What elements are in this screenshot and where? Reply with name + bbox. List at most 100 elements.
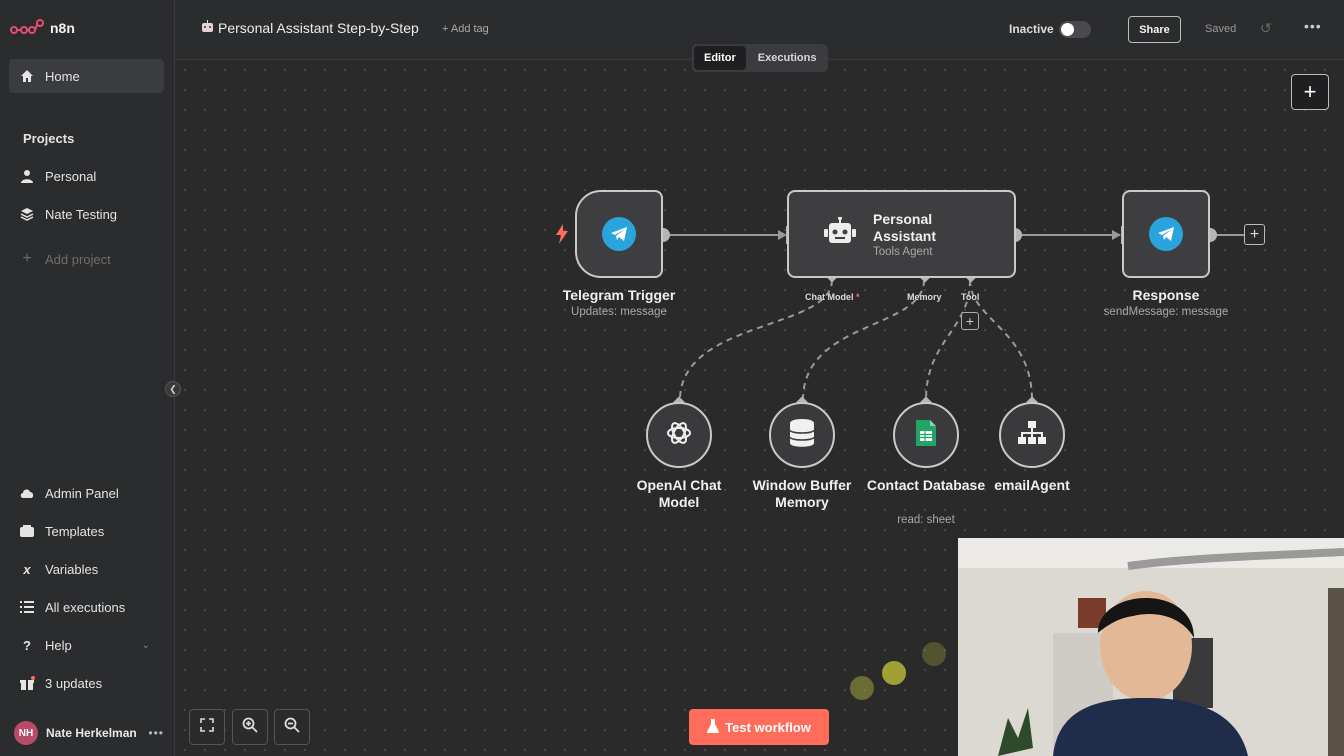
sidebar-item-label: Admin Panel <box>45 485 119 501</box>
sidebar-item-label: Help <box>45 637 72 653</box>
home-icon <box>19 68 35 84</box>
workflow-title-text: Personal Assistant Step-by-Step <box>218 20 419 36</box>
openai-icon <box>664 418 694 453</box>
tab-executions[interactable]: Executions <box>748 46 827 70</box>
sidebar-item-templates[interactable]: Templates <box>9 514 164 548</box>
port-label-chat-model: Chat Model * <box>805 292 860 302</box>
sidebar-item-updates[interactable]: 3 updates <box>9 666 164 700</box>
workflow-title[interactable]: Personal Assistant Step-by-Step <box>201 20 419 36</box>
sidebar-item-nate-testing[interactable]: Nate Testing <box>9 197 164 231</box>
chevron-down-icon: ⌄ <box>141 639 150 651</box>
avatar: NH <box>14 721 38 745</box>
node-openai-chat-model[interactable] <box>646 402 712 468</box>
sitemap-icon <box>1018 420 1046 450</box>
templates-icon <box>19 523 35 539</box>
node-telegram-trigger[interactable] <box>575 190 663 278</box>
add-node-button[interactable]: + <box>1291 74 1329 110</box>
plus-icon: + <box>1303 79 1317 104</box>
n8n-logo-icon <box>10 19 44 34</box>
plus-icon: + <box>965 313 975 329</box>
plus-icon: + <box>1249 225 1260 243</box>
node-response[interactable] <box>1122 190 1210 278</box>
sidebar: n8n Home Projects Personal Nate Testing … <box>0 0 175 756</box>
node-title: Window Buffer Memory <box>752 477 852 510</box>
presenter-video-image <box>958 538 1344 756</box>
variables-icon: x <box>23 561 31 577</box>
history-icon[interactable]: ↺ <box>1260 20 1272 37</box>
webcam-overlay <box>958 538 1344 756</box>
active-toggle[interactable] <box>1059 21 1091 38</box>
add-next-node-button[interactable]: + <box>1244 224 1265 245</box>
node-title: Telegram Trigger <box>562 287 676 303</box>
list-icon <box>19 599 35 615</box>
lightning-icon <box>556 224 568 249</box>
more-options-icon[interactable]: ••• <box>1304 18 1322 34</box>
toggle-knob <box>1061 23 1074 36</box>
node-email-agent[interactable] <box>999 402 1065 468</box>
user-name: Nate Herkelman <box>46 726 137 740</box>
node-window-buffer-memory[interactable] <box>769 402 835 468</box>
brand-name: n8n <box>50 20 75 36</box>
sidebar-item-variables[interactable]: x Variables <box>9 552 164 586</box>
node-subtitle: read: sheet <box>897 514 955 526</box>
zoom-out-icon <box>284 717 300 738</box>
node-subtitle: Tools Agent <box>873 245 933 258</box>
node-title: Contact Database <box>866 477 986 493</box>
node-contact-database[interactable] <box>893 402 959 468</box>
telegram-icon <box>1149 217 1183 251</box>
more-options-icon[interactable]: ••• <box>148 726 164 740</box>
n8n-logo[interactable]: n8n <box>10 18 75 38</box>
node-title: Personal Assistant <box>873 210 937 244</box>
sidebar-item-label: Variables <box>45 561 99 577</box>
node-title: Response <box>1132 287 1200 303</box>
sidebar-item-label: All executions <box>45 599 126 615</box>
test-workflow-button[interactable]: Test workflow <box>689 709 829 745</box>
question-icon: ? <box>23 637 31 653</box>
cursor-highlight <box>850 676 874 700</box>
sidebar-item-personal[interactable]: Personal <box>9 159 164 193</box>
sidebar-item-label: Personal <box>45 168 97 184</box>
collapse-sidebar-button[interactable]: ❮ <box>165 381 181 397</box>
add-tag-button[interactable]: + Add tag <box>442 23 489 35</box>
node-title: OpenAI Chat Model <box>636 477 722 510</box>
zoom-in-icon <box>242 717 258 738</box>
telegram-icon <box>602 217 636 251</box>
user-menu[interactable]: NH Nate Herkelman ••• <box>14 721 164 745</box>
add-tool-button[interactable]: + <box>961 312 979 330</box>
node-title: emailAgent <box>994 477 1070 493</box>
sidebar-item-help[interactable]: ? Help ⌄ <box>9 628 164 662</box>
node-subtitle: sendMessage: message <box>1103 306 1229 318</box>
cloud-icon <box>19 485 35 501</box>
zoom-out-button[interactable] <box>274 709 310 745</box>
database-icon <box>789 418 815 453</box>
sidebar-item-label: Nate Testing <box>45 206 118 222</box>
add-project-label: Add project <box>45 251 111 267</box>
sidebar-item-admin-panel[interactable]: Admin Panel <box>9 476 164 510</box>
layers-icon <box>19 206 35 222</box>
google-sheets-icon <box>916 419 936 451</box>
cursor-highlight <box>922 642 946 666</box>
robot-emoji-icon <box>201 20 214 36</box>
gift-icon <box>19 675 35 691</box>
fit-view-button[interactable] <box>189 709 225 745</box>
sidebar-item-home[interactable]: Home <box>9 59 164 93</box>
share-button[interactable]: Share <box>1128 16 1181 43</box>
view-tabs: Editor Executions <box>692 44 829 72</box>
chevron-left-icon: ❮ <box>169 383 177 394</box>
saved-status: Saved <box>1205 23 1237 35</box>
plus-icon: + <box>22 250 32 267</box>
cursor-highlight <box>882 661 906 685</box>
active-status-label: Inactive <box>1009 22 1054 36</box>
tab-editor[interactable]: Editor <box>694 46 746 70</box>
robot-icon <box>821 215 859 252</box>
flask-icon <box>707 718 720 736</box>
sidebar-item-all-executions[interactable]: All executions <box>9 590 164 624</box>
add-project-button[interactable]: + Add project <box>9 242 164 276</box>
projects-heading: Projects <box>23 131 75 146</box>
node-subtitle: Updates: message <box>571 306 667 318</box>
node-personal-assistant[interactable]: Personal Assistant Tools Agent <box>787 190 1016 278</box>
zoom-in-button[interactable] <box>232 709 268 745</box>
port-label-memory: Memory <box>907 292 942 302</box>
port-label-tool: Tool <box>961 292 980 302</box>
sidebar-item-label: Templates <box>45 523 105 539</box>
